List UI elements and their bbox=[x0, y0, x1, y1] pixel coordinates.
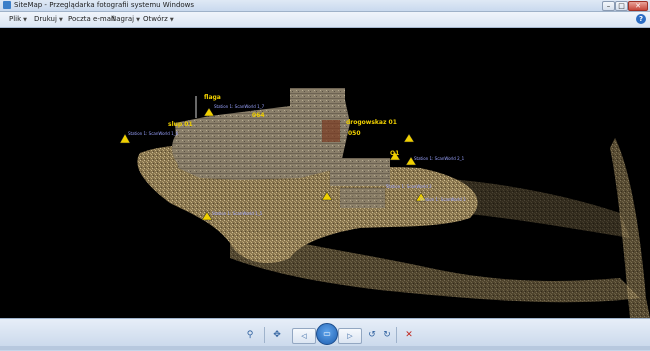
rotate-cw-icon[interactable]: ↻ bbox=[381, 328, 393, 342]
actual-size-icon[interactable]: ✥ bbox=[270, 328, 284, 342]
taskbar-strip bbox=[0, 346, 650, 350]
menu-file[interactable]: Plik ▼ bbox=[9, 12, 27, 27]
menu-bar: Plik ▼ Drukuj ▼ Poczta e-mail Nagraj ▼ Otwó… bbox=[0, 12, 650, 28]
tower-window bbox=[322, 120, 340, 142]
station-label: Station 1: ScanWorld 3 bbox=[420, 197, 466, 202]
menu-email[interactable]: Poczta e-mail bbox=[68, 12, 115, 27]
maximize-button[interactable]: □ bbox=[615, 1, 628, 11]
label-o1: O1 bbox=[390, 150, 400, 157]
menu-open[interactable]: Otwórz ▼ bbox=[143, 12, 174, 27]
menu-print[interactable]: Drukuj ▼ bbox=[34, 12, 63, 27]
ridge-cloud bbox=[440, 178, 630, 238]
window-title: SiteMap - Przeglądarka fotografii system… bbox=[14, 1, 195, 9]
help-icon[interactable]: ? bbox=[636, 14, 646, 24]
previous-button[interactable]: ◁ bbox=[292, 328, 316, 344]
title-bar: SiteMap - Przeglądarka fotografii system… bbox=[0, 0, 650, 12]
station-label: Station 1: ScanWorld 2 bbox=[386, 184, 432, 189]
close-button[interactable]: ✕ bbox=[628, 1, 648, 11]
station-label: Station 1: ScanWorld 1_5 bbox=[212, 211, 263, 216]
minimize-button[interactable]: – bbox=[602, 1, 615, 11]
label-flaga: flaga bbox=[204, 94, 221, 101]
menu-burn-label: Nagraj bbox=[111, 15, 135, 23]
toolbar-divider bbox=[264, 327, 265, 343]
chevron-down-icon: ▼ bbox=[169, 17, 174, 23]
tower-cloud bbox=[290, 88, 345, 120]
rotate-ccw-icon[interactable]: ↺ bbox=[366, 328, 378, 342]
outbuilding-cloud bbox=[340, 188, 385, 208]
chevron-down-icon: ▼ bbox=[23, 17, 28, 23]
zoom-icon[interactable]: ⚲ bbox=[240, 328, 260, 342]
marker-triangle bbox=[403, 133, 415, 143]
menu-file-label: Plik bbox=[9, 15, 22, 23]
slideshow-button[interactable]: ▭ bbox=[316, 323, 338, 345]
station-label: Station 1: ScanWorld 1_7 bbox=[214, 104, 265, 109]
chevron-down-icon: ▼ bbox=[58, 17, 63, 23]
image-viewport[interactable]: flaga drogowskaz 01 064 050 O1 slup 01 S… bbox=[0, 28, 650, 318]
station-label: Station 1: ScanWorld 1_6 bbox=[128, 131, 179, 136]
station-label: Station 1: ScanWorld 2_1 bbox=[414, 156, 465, 161]
label-drogowskaz: drogowskaz 01 bbox=[346, 119, 397, 126]
label-064: 064 bbox=[252, 112, 265, 119]
label-050: 050 bbox=[348, 130, 361, 137]
round-structure-cloud bbox=[172, 122, 228, 174]
toolbar-divider bbox=[396, 327, 397, 343]
label-slup: slup 01 bbox=[168, 121, 193, 128]
point-cloud-image bbox=[119, 88, 650, 318]
photo-viewer-app-icon bbox=[3, 1, 11, 9]
menu-burn[interactable]: Nagraj ▼ bbox=[111, 12, 140, 27]
chevron-down-icon: ▼ bbox=[136, 17, 140, 23]
delete-icon[interactable]: ✕ bbox=[402, 328, 416, 342]
menu-email-label: Poczta e-mail bbox=[68, 15, 115, 23]
marker-triangle bbox=[203, 107, 215, 117]
next-button[interactable]: ▷ bbox=[338, 328, 362, 344]
menu-print-label: Drukuj bbox=[34, 15, 57, 23]
menu-open-label: Otwórz bbox=[143, 15, 168, 23]
annex-cloud bbox=[330, 158, 390, 186]
